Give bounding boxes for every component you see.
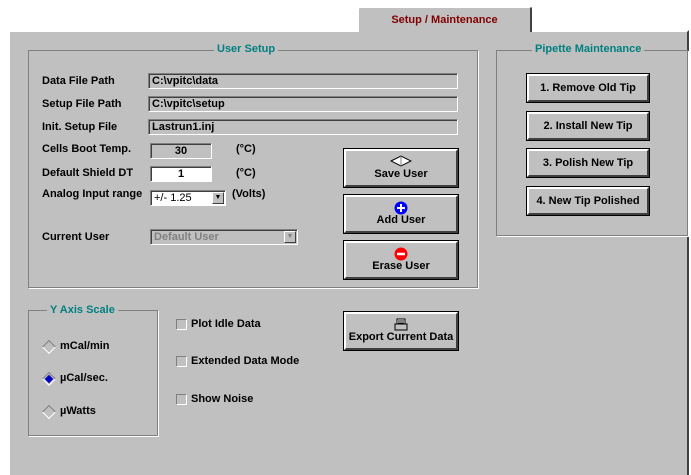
cells-boot-temp-label: Cells Boot Temp. — [42, 143, 132, 155]
chevron-down-icon[interactable]: ▼ — [212, 192, 224, 204]
setup-file-path-field[interactable]: C:\vpitc\setup — [148, 96, 458, 112]
polish-new-tip-button[interactable]: 3. Polish New Tip — [526, 148, 650, 178]
remove-old-tip-button[interactable]: 1. Remove Old Tip — [526, 73, 650, 103]
polish-new-tip-label: 3. Polish New Tip — [542, 157, 634, 169]
save-user-label: Save User — [374, 168, 428, 180]
y-axis-scale-title: Y Axis Scale — [47, 303, 118, 317]
setup-file-path-label: Setup File Path — [42, 98, 122, 110]
show-noise-label[interactable]: Show Noise — [191, 392, 253, 406]
init-setup-file-label: Init. Setup File — [42, 121, 118, 133]
install-new-tip-button[interactable]: 2. Install New Tip — [526, 111, 650, 141]
tab-setup-maintenance[interactable]: Setup / Maintenance — [357, 6, 532, 32]
chevron-down-icon[interactable]: ▼ — [284, 231, 296, 243]
default-shield-dt-field[interactable]: 1 — [150, 166, 212, 182]
pipette-maintenance-title: Pipette Maintenance — [532, 42, 645, 56]
analog-input-range-value: +/- 1.25 — [154, 192, 192, 204]
setup-panel: User Setup Data File Path C:\vpitc\data … — [8, 30, 689, 475]
default-shield-dt-label: Default Shield DT — [42, 167, 134, 179]
export-current-data-button[interactable]: Export Current Data — [343, 311, 459, 351]
remove-old-tip-label: 1. Remove Old Tip — [540, 82, 636, 94]
radio-selected-dot — [44, 374, 54, 384]
export-current-data-label: Export Current Data — [348, 331, 454, 343]
user-setup-title: User Setup — [214, 42, 279, 56]
new-tip-polished-button[interactable]: 4. New Tip Polished — [526, 186, 650, 216]
default-shield-dt-unit: (°C) — [236, 167, 256, 179]
new-tip-polished-label: 4. New Tip Polished — [536, 195, 640, 207]
save-user-button[interactable]: Save User — [343, 148, 459, 188]
analog-input-range-unit: (Volts) — [232, 188, 266, 200]
cells-boot-temp-field[interactable]: 30 — [150, 143, 212, 159]
show-noise-checkbox[interactable] — [176, 394, 187, 405]
plot-idle-data-checkbox[interactable] — [176, 319, 187, 330]
add-user-label: Add User — [376, 214, 426, 226]
radio-uwatts-label[interactable]: µWatts — [60, 404, 96, 418]
erase-user-button[interactable]: Erase User — [343, 240, 459, 280]
radio-ucal-sec-label[interactable]: µCal/sec. — [60, 371, 108, 385]
data-file-path-label: Data File Path — [42, 75, 115, 87]
init-setup-file-field[interactable]: Lastrun1.inj — [148, 119, 458, 135]
extended-data-mode-checkbox[interactable] — [176, 356, 187, 367]
analog-input-range-select[interactable]: +/- 1.25 ▼ — [150, 190, 226, 206]
extended-data-mode-label[interactable]: Extended Data Mode — [191, 354, 299, 368]
current-user-label: Current User — [42, 231, 110, 243]
cells-boot-temp-unit: (°C) — [236, 143, 256, 155]
add-user-button[interactable]: Add User — [343, 194, 459, 234]
plot-idle-data-label[interactable]: Plot Idle Data — [191, 317, 261, 331]
install-new-tip-label: 2. Install New Tip — [543, 120, 633, 132]
current-user-value: Default User — [154, 231, 219, 243]
radio-mcal-min-label[interactable]: mCal/min — [60, 339, 110, 353]
analog-input-range-label: Analog Input range — [42, 188, 143, 200]
current-user-select[interactable]: Default User ▼ — [150, 229, 298, 245]
data-file-path-field[interactable]: C:\vpitc\data — [148, 73, 458, 89]
erase-user-label: Erase User — [372, 260, 430, 272]
